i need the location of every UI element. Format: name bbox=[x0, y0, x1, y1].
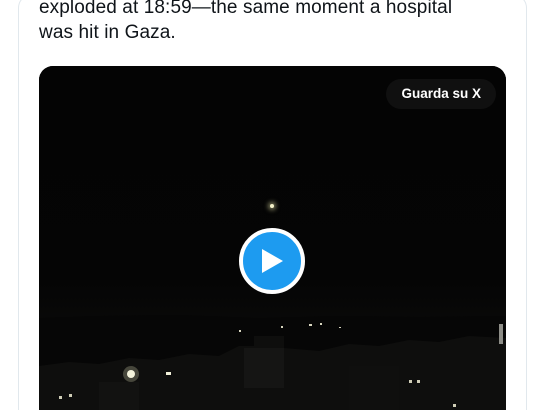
video-player[interactable]: Guarda su X bbox=[39, 66, 506, 410]
city-skyline bbox=[39, 315, 506, 410]
watch-on-x-button[interactable]: Guarda su X bbox=[386, 79, 496, 109]
play-icon bbox=[262, 249, 283, 273]
tweet-text: exploded at 18:59—the same moment a hosp… bbox=[39, 0, 509, 45]
tweet-card: exploded at 18:59—the same moment a hosp… bbox=[18, 0, 527, 410]
light-flare bbox=[270, 204, 274, 208]
tweet-text-line: exploded at 18:59—the same moment a hosp… bbox=[39, 0, 453, 18]
tweet-text-line: was hit in Gaza. bbox=[39, 22, 176, 43]
play-button[interactable] bbox=[239, 228, 305, 294]
